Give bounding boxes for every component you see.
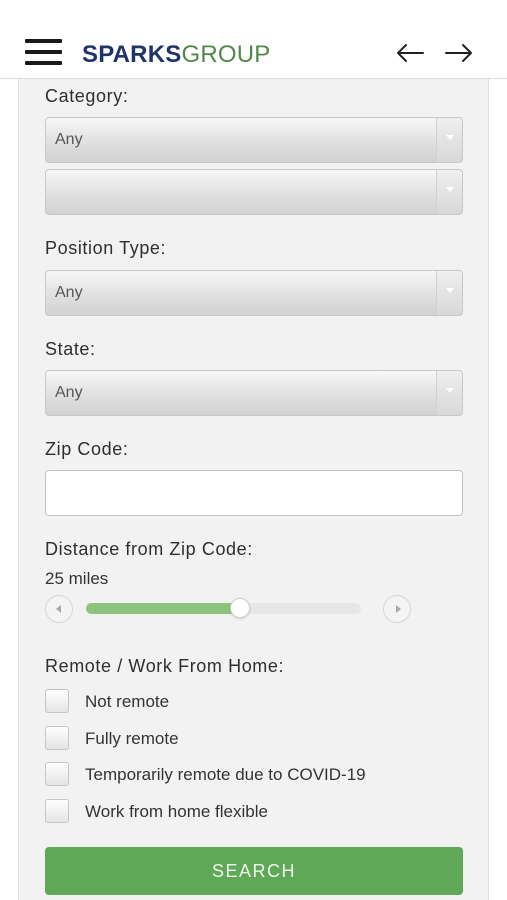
category-label: Category:	[45, 86, 129, 106]
distance-slider-handle[interactable]	[230, 598, 250, 618]
slider-increase-button[interactable]	[383, 595, 411, 623]
category-select[interactable]: Any	[45, 117, 463, 163]
position-type-select[interactable]: Any	[45, 270, 463, 316]
checkbox-label: Fully remote	[85, 729, 179, 748]
logo[interactable]: SPARKSGROUP	[82, 41, 270, 69]
position-type-select-value: Any	[55, 284, 83, 301]
slider-decrease-button[interactable]	[45, 595, 73, 623]
checkbox-work-from-home-flexible[interactable]: Work from home flexible	[45, 799, 445, 825]
zip-code-label: Zip Code:	[45, 439, 129, 459]
state-select[interactable]: Any	[45, 370, 463, 416]
checkbox-temporarily-remote[interactable]: Temporarily remote due to COVID-19	[45, 762, 445, 788]
checkbox[interactable]	[45, 726, 69, 750]
distance-slider-track[interactable]	[86, 603, 361, 614]
search-button[interactable]: SEARCH	[45, 847, 463, 895]
zip-code-input[interactable]	[45, 470, 463, 516]
chevron-down-icon	[436, 118, 462, 162]
chevron-down-icon	[436, 271, 462, 315]
distance-label: Distance from Zip Code:	[45, 539, 253, 559]
arrow-left-icon[interactable]	[393, 36, 427, 70]
logo-text-group: GROUP	[181, 41, 271, 68]
checkbox-not-remote[interactable]: Not remote	[45, 689, 445, 715]
chevron-down-icon	[436, 170, 462, 214]
caret-right-icon	[396, 605, 401, 613]
hamburger-menu-icon[interactable]	[25, 39, 62, 65]
top-nav-bar: SPARKSGROUP	[0, 0, 507, 79]
checkbox[interactable]	[45, 762, 69, 786]
checkbox-label: Temporarily remote due to COVID-19	[85, 765, 366, 784]
subcategory-select[interactable]	[45, 169, 463, 215]
arrow-right-icon[interactable]	[442, 36, 476, 70]
checkbox-label: Work from home flexible	[85, 802, 268, 821]
distance-value: 25 miles	[45, 569, 109, 588]
checkbox[interactable]	[45, 799, 69, 823]
state-label: State:	[45, 339, 96, 359]
logo-text-sparks: SPARKS	[82, 41, 182, 68]
remote-label: Remote / Work From Home:	[45, 656, 285, 676]
checkbox-fully-remote[interactable]: Fully remote	[45, 726, 445, 752]
category-select-value: Any	[55, 131, 83, 148]
distance-slider-fill	[86, 603, 240, 614]
checkbox-label: Not remote	[85, 692, 170, 711]
checkbox[interactable]	[45, 689, 69, 713]
chevron-down-icon	[436, 371, 462, 415]
state-select-value: Any	[55, 384, 83, 401]
position-type-label: Position Type:	[45, 238, 167, 258]
caret-left-icon	[56, 605, 61, 613]
